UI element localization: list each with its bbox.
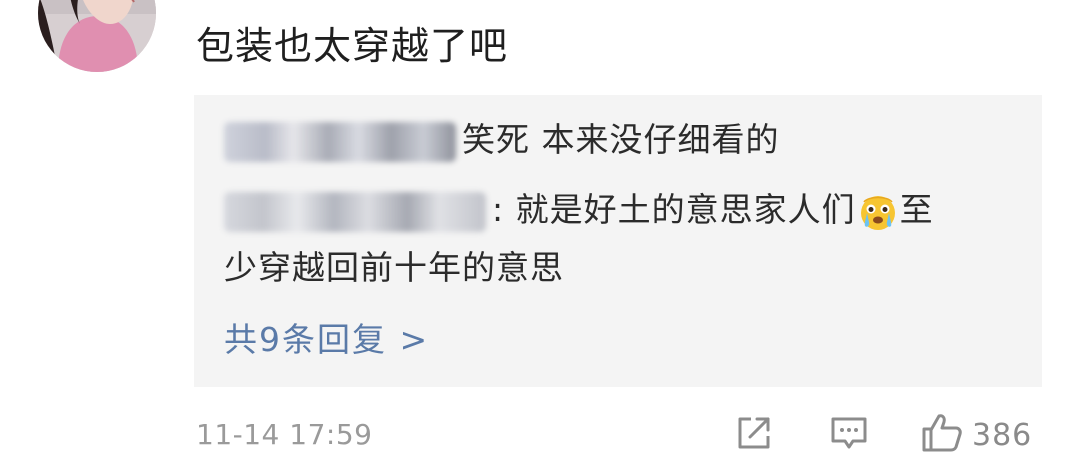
share-button[interactable] — [734, 412, 774, 458]
share-icon — [734, 413, 774, 457]
like-count: 386 — [972, 417, 1033, 453]
reply-username-blurred[interactable] — [224, 191, 486, 232]
replies-box[interactable]: 笑死 本来没仔细看的 : 就是好土的意思家人们 至 少穿越回前十年的意思 共9条… — [194, 95, 1042, 387]
comment-icon — [828, 413, 870, 457]
view-all-replies-link[interactable]: 共9条回复 > — [224, 317, 429, 363]
comment-footer: 11-14 17:59 386 — [196, 412, 1044, 458]
reply-text: 笑死 本来没仔细看的 — [462, 120, 780, 159]
reply-text-tail: 至 — [899, 190, 934, 229]
thumbs-up-icon — [920, 412, 964, 458]
comment-card: 包装也太穿越了吧 笑死 本来没仔细看的 : 就是好土的意思家人们 至 少穿越回前… — [0, 0, 1080, 468]
like-button[interactable]: 386 — [920, 412, 1032, 458]
user-avatar[interactable] — [38, 0, 156, 72]
reply-text: : 就是好土的意思家人们 — [492, 190, 856, 229]
reply-item[interactable]: : 就是好土的意思家人们 至 — [224, 187, 934, 233]
reply-username-blurred[interactable] — [224, 121, 456, 162]
reply-button[interactable] — [828, 412, 870, 458]
reply-continuation: 少穿越回前十年的意思 — [224, 248, 564, 287]
timestamp: 11-14 17:59 — [196, 418, 373, 451]
crying-emoji-icon — [858, 192, 898, 232]
reply-item[interactable]: 笑死 本来没仔细看的 — [224, 117, 780, 163]
avatar-image — [38, 0, 156, 72]
comment-text: 包装也太穿越了吧 — [196, 24, 509, 68]
